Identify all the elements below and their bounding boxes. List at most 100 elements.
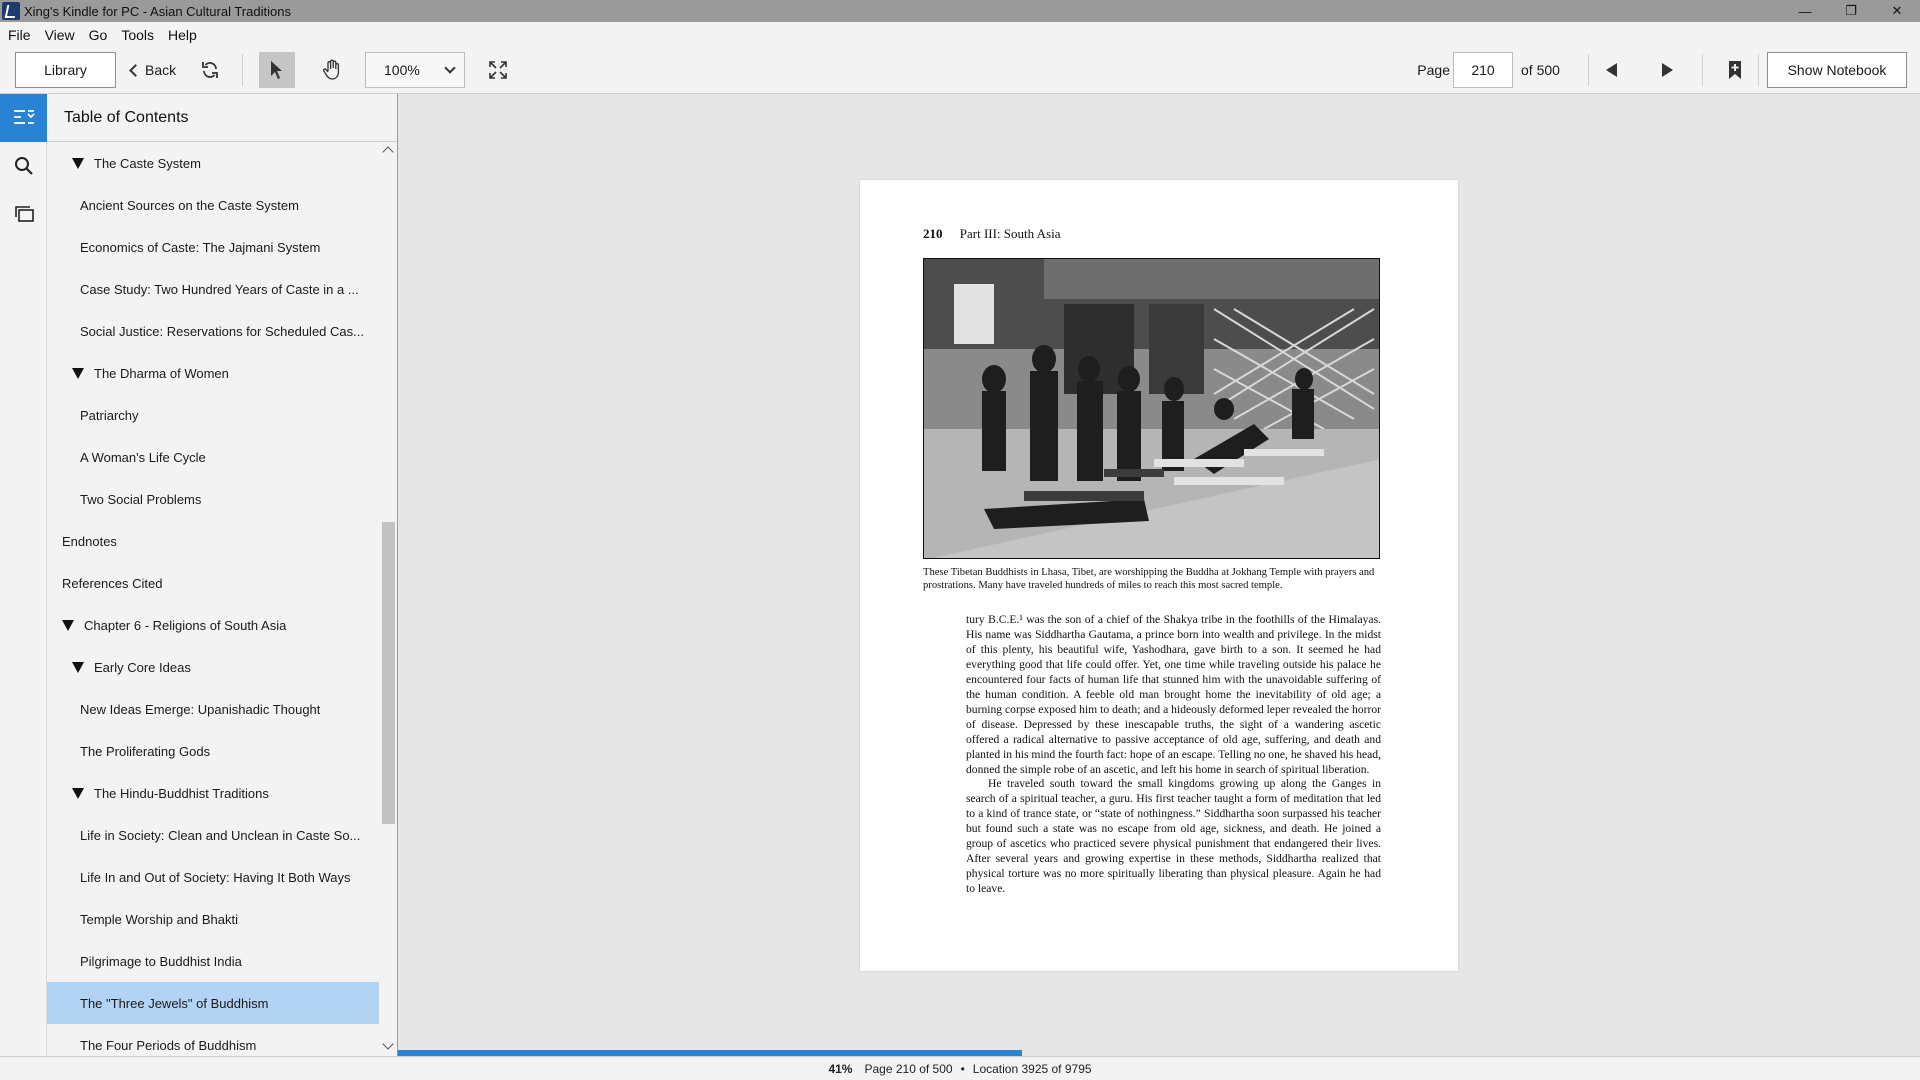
toc-item-label: Social Justice: Reservations for Schedul…	[80, 323, 364, 339]
toc-item-label: Patriarchy	[80, 407, 139, 423]
status-separator: •	[960, 1061, 965, 1076]
toc-item[interactable]: New Ideas Emerge: Upanishadic Thought	[47, 688, 379, 730]
pan-tool-button[interactable]	[314, 52, 350, 88]
toc-item-label: Case Study: Two Hundred Years of Caste i…	[80, 281, 359, 297]
toc-item-label: References Cited	[62, 575, 163, 591]
menu-file[interactable]: File	[8, 27, 31, 43]
expand-triangle-icon[interactable]	[62, 619, 74, 631]
page-label: Page	[1417, 62, 1450, 78]
scrollbar-thumb[interactable]	[382, 522, 395, 824]
page-photo	[923, 258, 1380, 559]
photo-illustration	[924, 259, 1379, 558]
table-of-contents-panel: Table of Contents The Caste System Ancien…	[47, 94, 398, 1056]
title-bar: Xing's Kindle for PC - Asian Cultural Tr…	[0, 0, 1920, 22]
toc-item[interactable]: Early Core Ideas	[47, 646, 379, 688]
search-tab-button[interactable]	[0, 142, 47, 190]
toc-item[interactable]: The Four Periods of Buddhism	[47, 1024, 379, 1056]
toc-item-label: A Woman's Life Cycle	[80, 449, 206, 465]
hand-icon	[323, 59, 340, 80]
toc-icon	[13, 110, 35, 124]
toc-item[interactable]: References Cited	[47, 562, 379, 604]
close-button[interactable]: ✕	[1874, 0, 1920, 22]
toc-item[interactable]: Ancient Sources on the Caste System	[47, 184, 379, 226]
toc-item[interactable]: Life In and Out of Society: Having It Bo…	[47, 856, 379, 898]
toc-item[interactable]: The Hindu-Buddhist Traditions	[47, 772, 379, 814]
toc-item[interactable]: The Caste System	[47, 142, 379, 184]
expand-triangle-icon[interactable]	[72, 157, 84, 169]
toolbar: Library Back 100% Page 210 of 500 Show N…	[0, 48, 1920, 94]
back-button[interactable]: Back	[127, 52, 177, 88]
toc-item[interactable]: Economics of Caste: The Jajmani System	[47, 226, 379, 268]
search-icon	[14, 157, 33, 175]
toc-item-label: Ancient Sources on the Caste System	[80, 197, 299, 213]
expand-triangle-icon[interactable]	[72, 367, 84, 379]
chevron-down-icon	[444, 62, 456, 74]
toc-item[interactable]: Temple Worship and Bhakti	[47, 898, 379, 940]
toc-item[interactable]: Endnotes	[47, 520, 379, 562]
toc-item-label: Pilgrimage to Buddhist India	[80, 953, 242, 969]
toc-item[interactable]: The Proliferating Gods	[47, 730, 379, 772]
toc-item[interactable]: Pilgrimage to Buddhist India	[47, 940, 379, 982]
toc-item[interactable]: Life in Society: Clean and Unclean in Ca…	[47, 814, 379, 856]
add-bookmark-button[interactable]	[1720, 52, 1750, 88]
fullscreen-button[interactable]	[484, 52, 512, 88]
triangle-right-icon	[1661, 63, 1673, 77]
toc-tab-button[interactable]	[0, 94, 47, 142]
arrow-cursor-icon	[271, 61, 282, 79]
toc-item[interactable]: Chapter 6 - Religions of South Asia	[47, 604, 379, 646]
library-button[interactable]: Library	[15, 52, 116, 88]
flashcards-tab-button[interactable]	[0, 190, 47, 238]
expand-triangle-icon[interactable]	[72, 661, 84, 673]
menu-go[interactable]: Go	[89, 27, 108, 43]
book-page[interactable]: 210 Part III: South Asia These Tibetan B…	[860, 180, 1458, 971]
toc-item[interactable]: Patriarchy	[47, 394, 379, 436]
expand-triangle-icon[interactable]	[72, 787, 84, 799]
body-paragraph: tury B.C.E.¹ was the son of a chief of t…	[966, 613, 1381, 776]
toc-item[interactable]: Two Social Problems	[47, 478, 379, 520]
page-body-text[interactable]: tury B.C.E.¹ was the son of a chief of t…	[966, 613, 1381, 897]
select-tool-button[interactable]	[259, 52, 295, 88]
refresh-icon	[202, 62, 218, 78]
toc-item-label: Endnotes	[62, 533, 117, 549]
toc-item-label: Life in Society: Clean and Unclean in Ca…	[80, 827, 361, 843]
toolbar-divider	[1758, 54, 1759, 86]
status-bar: 41% Page 210 of 500 • Location 3925 of 9…	[0, 1056, 1920, 1080]
page-number-input[interactable]: 210	[1453, 52, 1513, 88]
toc-item[interactable]: A Woman's Life Cycle	[47, 436, 379, 478]
toc-item-label: The Four Periods of Buddhism	[80, 1037, 257, 1053]
fullscreen-icon	[489, 61, 507, 79]
toc-item-label: The Hindu-Buddhist Traditions	[94, 785, 269, 801]
toc-list: The Caste System Ancient Sources on the C…	[47, 142, 379, 1056]
scroll-up-icon[interactable]	[382, 146, 394, 158]
body-paragraph: He traveled south toward the small kingd…	[966, 777, 1381, 896]
back-label: Back	[145, 62, 177, 78]
toc-item[interactable]: Social Justice: Reservations for Schedul…	[47, 310, 379, 352]
window-title: Xing's Kindle for PC - Asian Cultural Tr…	[24, 3, 291, 19]
show-notebook-button[interactable]: Show Notebook	[1767, 52, 1907, 88]
menu-view[interactable]: View	[45, 27, 75, 43]
next-page-button[interactable]	[1650, 52, 1684, 88]
zoom-select[interactable]: 100%	[365, 52, 465, 88]
menu-help[interactable]: Help	[168, 27, 197, 43]
toc-scrollbar[interactable]	[379, 142, 397, 1056]
status-location: Location 3925 of 9795	[972, 1061, 1092, 1076]
toc-item-label: Temple Worship and Bhakti	[80, 911, 239, 927]
menu-tools[interactable]: Tools	[121, 27, 154, 43]
previous-page-button[interactable]	[1594, 52, 1628, 88]
toolbar-divider	[1702, 54, 1703, 86]
photo-caption: These Tibetan Buddhists in Lhasa, Tibet,…	[923, 567, 1375, 592]
toc-item[interactable]: The Dharma of Women	[47, 352, 379, 394]
triangle-left-icon	[1605, 63, 1617, 77]
running-head: 210 Part III: South Asia	[923, 226, 1061, 242]
toc-item[interactable]: The "Three Jewels" of Buddhism	[47, 982, 379, 1024]
minimize-button[interactable]: —	[1782, 0, 1828, 22]
window-controls: — ❐ ✕	[1782, 0, 1920, 22]
chevron-left-icon	[129, 63, 142, 77]
scroll-down-icon[interactable]	[382, 1038, 394, 1050]
toc-item-label: The Dharma of Women	[94, 365, 229, 381]
toc-item[interactable]: Case Study: Two Hundred Years of Caste i…	[47, 268, 379, 310]
kindle-app-icon	[2, 2, 20, 20]
maximize-button[interactable]: ❐	[1828, 0, 1874, 22]
reading-area[interactable]: 210 Part III: South Asia These Tibetan B…	[398, 94, 1920, 1056]
sync-button[interactable]	[196, 52, 224, 88]
